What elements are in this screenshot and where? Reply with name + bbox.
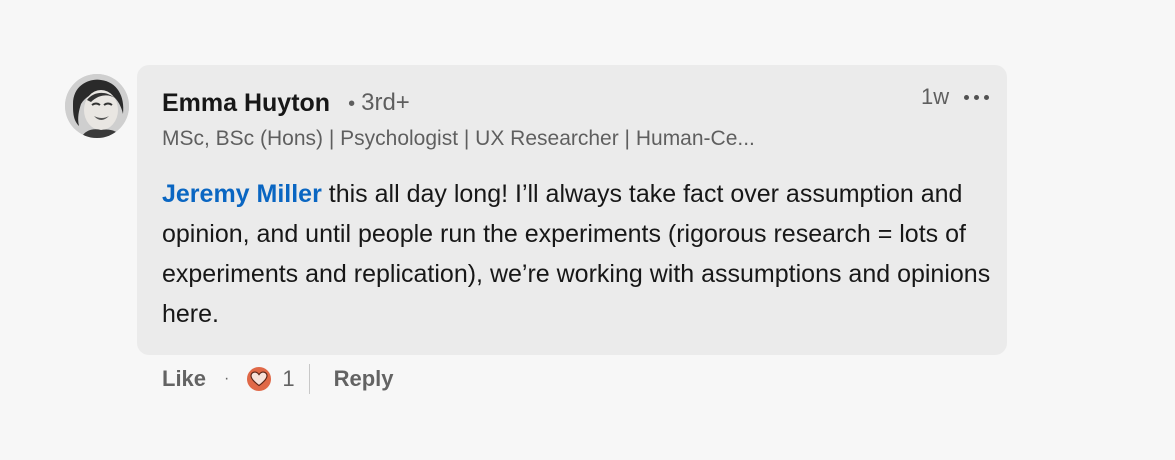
author-headline: MSc, BSc (Hons) | Psychologist | UX Rese… [162,127,755,150]
degree-separator: • [348,93,356,115]
connection-degree: • 3rd+ [348,89,410,117]
action-separator: · [224,370,230,387]
degree-label: 3rd+ [361,89,410,116]
comment-actions: Like · 1 Reply [162,362,394,396]
like-button[interactable]: Like [162,366,206,392]
timestamp: 1w [921,84,950,109]
avatar[interactable] [65,74,129,138]
action-divider [308,364,310,394]
author-name[interactable]: Emma Huyton [162,89,330,118]
mention-link[interactable]: Jeremy Miller [162,180,322,208]
more-options-icon[interactable] [958,82,994,112]
reaction-count[interactable]: 1 [282,366,294,392]
comment-text: Jeremy Miller this all day long! I’ll al… [162,174,992,334]
avatar-photo [65,74,129,138]
author-row: Emma Huyton • 3rd+ [162,86,410,120]
reply-button[interactable]: Reply [334,366,394,392]
heart-icon[interactable] [245,365,274,393]
